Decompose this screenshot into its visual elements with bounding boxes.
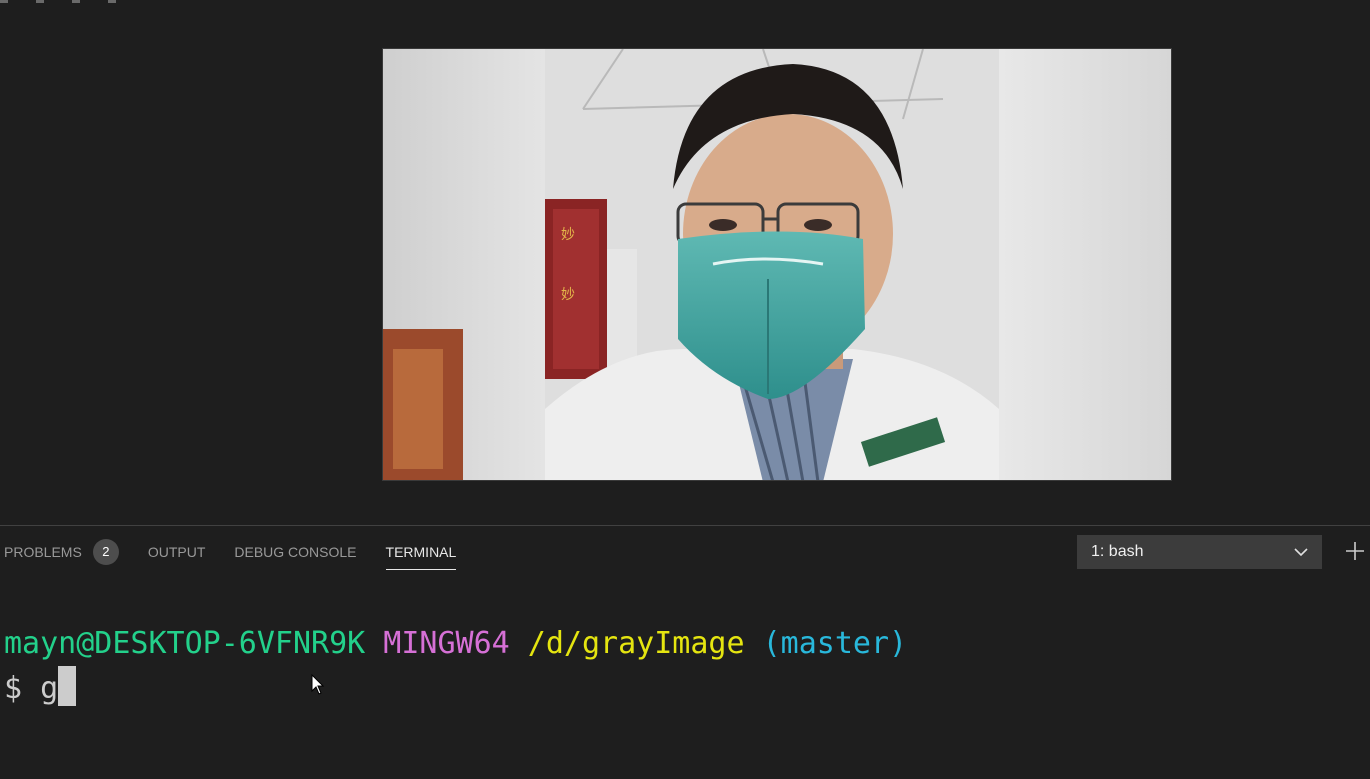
chevron-down-icon: [1294, 548, 1308, 557]
typed-command: g: [40, 671, 59, 706]
terminal-input-line[interactable]: $ g: [4, 666, 907, 711]
image-preview: 妙 妙: [382, 48, 1172, 481]
tab-terminal[interactable]: TERMINAL: [385, 540, 457, 570]
plus-icon[interactable]: [1344, 540, 1366, 562]
prompt-symbol: $: [4, 671, 23, 706]
svg-text:妙: 妙: [561, 287, 575, 303]
tab-terminal-label: TERMINAL: [385, 544, 457, 560]
tab-output[interactable]: OUTPUT: [148, 540, 206, 570]
tab-problems-label: PROBLEMS: [4, 544, 82, 560]
mouse-pointer-icon: [311, 674, 325, 695]
terminal-output[interactable]: mayn@DESKTOP-6VFNR9K MINGW64 /d/grayImag…: [4, 622, 907, 711]
terminal-selector[interactable]: 1: bash: [1077, 535, 1322, 569]
photo-illustration: 妙 妙: [383, 49, 1171, 480]
prompt-branch: (master): [762, 626, 908, 661]
tab-debug-console-label: DEBUG CONSOLE: [234, 544, 357, 560]
tab-problems[interactable]: PROBLEMS 2: [4, 539, 119, 570]
svg-text:妙: 妙: [561, 227, 575, 243]
terminal-cursor: [58, 666, 77, 706]
bottom-panel: PROBLEMS 2 OUTPUT DEBUG CONSOLE TERMINAL…: [0, 525, 1370, 779]
terminal-prompt-line: mayn@DESKTOP-6VFNR9K MINGW64 /d/grayImag…: [4, 622, 907, 666]
prompt-user-host: mayn@DESKTOP-6VFNR9K: [4, 626, 366, 661]
problems-count-badge: 2: [92, 539, 119, 565]
prompt-path: /d/grayImage: [527, 626, 745, 661]
tab-debug-console[interactable]: DEBUG CONSOLE: [234, 540, 356, 570]
clipped-text-fragment: [0, 0, 200, 4]
tab-output-label: OUTPUT: [147, 544, 206, 560]
editor-area: 妙 妙: [0, 0, 1370, 525]
panel-tabs: PROBLEMS 2 OUTPUT DEBUG CONSOLE TERMINAL: [4, 539, 485, 572]
terminal-selector-value: 1: bash: [1091, 543, 1144, 560]
prompt-system: MINGW64: [383, 626, 510, 661]
